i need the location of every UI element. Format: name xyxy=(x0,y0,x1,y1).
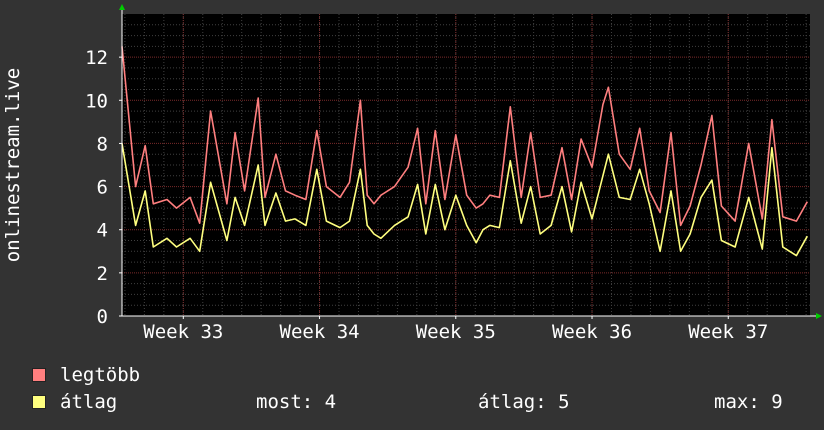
legend-label-avg: átlag xyxy=(60,391,118,413)
stat-current: most: 4 xyxy=(256,391,337,413)
y-axis-label: onlinestream.live xyxy=(2,68,24,262)
x-tick-label: Week 33 xyxy=(143,321,223,343)
y-tick-label: 0 xyxy=(97,306,108,328)
y-tick-label: 4 xyxy=(97,220,108,242)
y-tick-label: 12 xyxy=(85,47,108,69)
legend-item-avg: átlag xyxy=(32,391,117,413)
x-tick-label: Week 35 xyxy=(416,321,496,343)
legend-label-max: legtöbb xyxy=(60,364,141,386)
legend-swatch-avg xyxy=(32,395,46,409)
y-tick-label: 6 xyxy=(97,177,108,199)
y-tick-label: 10 xyxy=(85,90,108,112)
stat-average: átlag: 5 xyxy=(478,391,570,413)
x-tick-label: Week 36 xyxy=(552,321,632,343)
legend-item-max: legtöbb xyxy=(32,364,140,386)
stat-maximum: max: 9 xyxy=(714,391,783,413)
legend-swatch-max xyxy=(32,368,46,382)
plot-area xyxy=(122,14,810,316)
x-tick-label: Week 37 xyxy=(688,321,768,343)
x-tick-label: Week 34 xyxy=(280,321,360,343)
y-tick-label: 2 xyxy=(97,263,108,285)
y-tick-label: 8 xyxy=(97,133,108,155)
